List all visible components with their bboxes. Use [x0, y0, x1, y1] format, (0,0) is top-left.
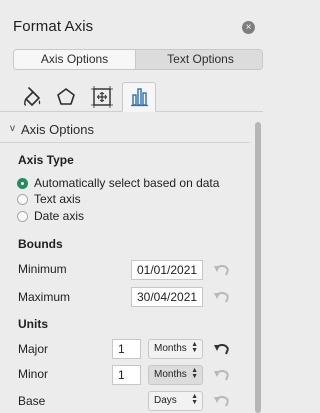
radio-button[interactable]	[17, 210, 28, 222]
radio-label: Date axis	[34, 209, 85, 223]
pane-title: Format Axis	[13, 18, 94, 35]
radio-label: Automatically select based on data	[34, 176, 220, 190]
radio-button[interactable]	[17, 193, 28, 205]
minor-label: Minor	[18, 367, 49, 381]
stepper-arrows-icon: ▲ ▼	[191, 367, 198, 380]
major-label: Major	[18, 342, 49, 356]
maximum-label: Maximum	[18, 290, 71, 304]
radio-date-axis[interactable]: Date axis	[17, 209, 84, 223]
tab-fill-line[interactable]	[15, 82, 49, 112]
reset-icon[interactable]	[213, 342, 231, 356]
stepper-arrows-icon: ▲ ▼	[191, 341, 198, 354]
text-options-segment[interactable]: Text Options	[135, 50, 262, 69]
major-unit-value: Months	[154, 343, 187, 354]
scrollbar-thumb[interactable]	[255, 122, 261, 413]
paint-bucket-icon	[24, 87, 41, 106]
chevron-down-icon: v	[10, 123, 15, 134]
tab-size-properties[interactable]	[85, 82, 119, 112]
base-unit-value: Days	[154, 395, 177, 406]
reset-icon[interactable]	[213, 368, 231, 382]
base-unit-select[interactable]: Days ▲ ▼	[148, 391, 203, 411]
axis-options-segment[interactable]: Axis Options	[14, 50, 135, 69]
minimum-field[interactable]: 01/01/2021	[131, 260, 203, 280]
units-heading: Units	[18, 317, 48, 331]
major-unit-select[interactable]: Months ▲ ▼	[148, 339, 203, 359]
stepper-arrows-icon: ▲ ▼	[191, 393, 198, 406]
radio-auto-select[interactable]: Automatically select based on data	[17, 176, 219, 190]
minor-value-field[interactable]: 1	[112, 365, 141, 385]
bar-chart-icon	[131, 88, 148, 107]
tab-effects[interactable]	[49, 82, 83, 112]
maximum-field[interactable]: 30/04/2021	[131, 287, 203, 307]
section-title: Axis Options	[21, 122, 94, 137]
radio-button[interactable]	[17, 177, 28, 189]
radio-label: Text axis	[34, 192, 81, 206]
close-icon[interactable]: ×	[242, 21, 255, 34]
pentagon-icon	[57, 88, 75, 105]
axis-type-heading: Axis Type	[18, 153, 74, 167]
reset-icon[interactable]	[213, 263, 231, 277]
reset-icon[interactable]	[213, 394, 231, 408]
minor-unit-select[interactable]: Months ▲ ▼	[148, 365, 203, 385]
reset-icon[interactable]	[213, 290, 231, 304]
axis-options-section-header[interactable]: v Axis Options	[0, 117, 250, 143]
radio-text-axis[interactable]: Text axis	[17, 192, 81, 206]
bounds-heading: Bounds	[18, 237, 63, 251]
minimum-label: Minimum	[18, 262, 67, 276]
size-properties-icon	[91, 86, 113, 108]
options-segmented-control: Axis Options Text Options	[13, 49, 263, 70]
major-value-field[interactable]: 1	[112, 339, 141, 359]
base-label: Base	[18, 394, 46, 408]
tab-axis-options[interactable]	[122, 82, 156, 112]
minor-unit-value: Months	[154, 369, 187, 380]
